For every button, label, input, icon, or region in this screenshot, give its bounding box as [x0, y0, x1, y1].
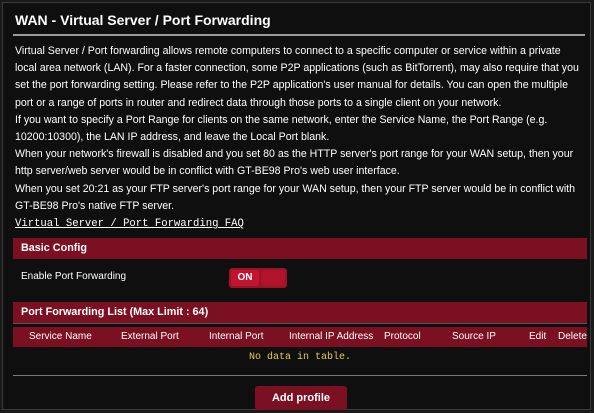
column-header-external-port: External Port — [121, 331, 179, 342]
column-header-internal-ip: Internal IP Address — [289, 331, 374, 342]
enable-port-forwarding-label: Enable Port Forwarding — [21, 271, 127, 282]
description-paragraph-2: If you want to specify a Port Range for … — [15, 113, 548, 144]
column-header-internal-port: Internal Port — [209, 331, 264, 342]
description-block: Virtual Server / Port forwarding allows … — [15, 43, 585, 232]
column-header-edit: Edit — [529, 331, 547, 342]
port-forwarding-panel: WAN - Virtual Server / Port Forwarding V… — [2, 2, 591, 410]
empty-table-message: No data in table. — [248, 352, 352, 363]
enable-port-forwarding-toggle[interactable]: ON — [229, 268, 287, 288]
port-forwarding-list-header: Port Forwarding List (Max Limit : 64) — [13, 302, 587, 323]
basic-config-header: Basic Config — [13, 238, 587, 259]
table-bottom-divider — [13, 375, 587, 376]
page-title: WAN - Virtual Server / Port Forwarding — [15, 12, 271, 28]
description-paragraph-4: When you set 20:21 as your FTP server's … — [15, 182, 576, 212]
toggle-track — [261, 270, 285, 286]
table-header-row: Service Name External Port Internal Port… — [13, 327, 587, 347]
add-profile-button[interactable]: Add profile — [255, 386, 347, 410]
description-paragraph-3: When your network's firewall is disabled… — [15, 148, 574, 178]
faq-link[interactable]: Virtual Server / Port Forwarding FAQ — [15, 216, 585, 232]
column-header-service-name: Service Name — [29, 331, 92, 342]
column-header-source-ip: Source IP — [452, 331, 496, 342]
toggle-on-label: ON — [231, 270, 259, 286]
list-header-divider — [13, 323, 587, 324]
description-paragraph-1: Virtual Server / Port forwarding allows … — [15, 45, 579, 109]
column-header-protocol: Protocol — [384, 331, 421, 342]
title-divider — [13, 34, 585, 36]
column-header-delete: Delete — [558, 331, 587, 342]
